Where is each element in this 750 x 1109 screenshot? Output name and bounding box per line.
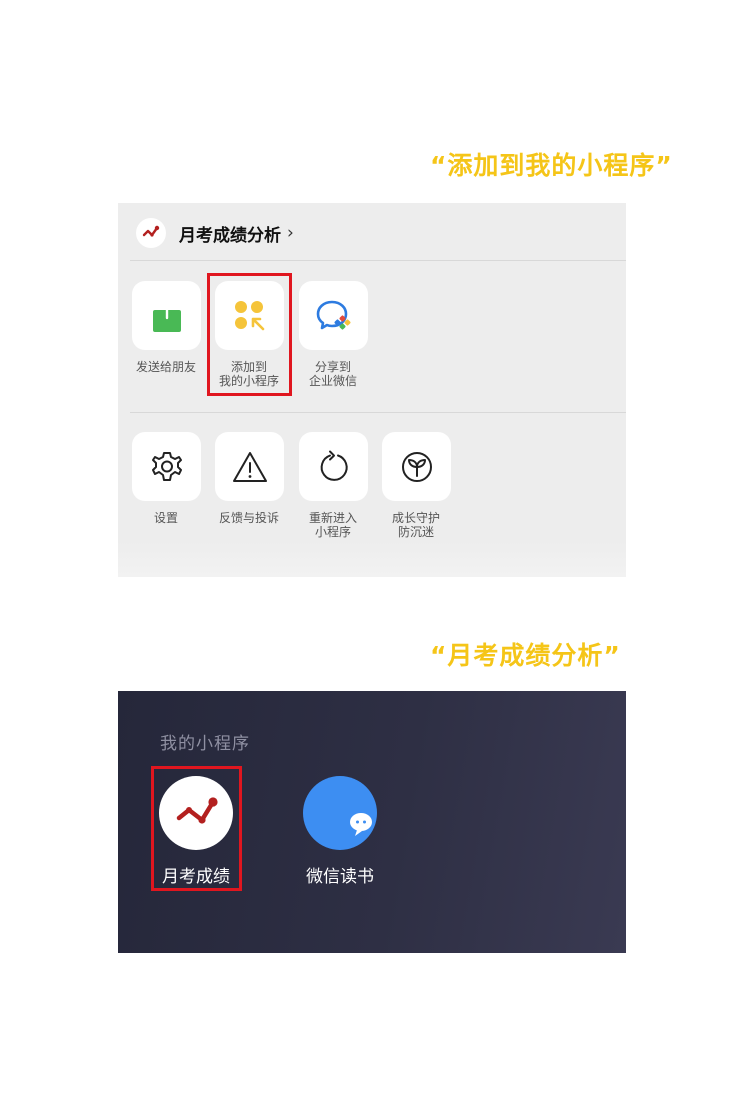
share-upload-icon <box>152 298 181 332</box>
divider <box>130 260 626 261</box>
highlight-box <box>151 766 242 891</box>
wechat-read-app-label: 微信读书 <box>306 867 374 887</box>
label-line: 分享到 <box>314 360 351 374</box>
refresh-icon <box>320 450 348 481</box>
wechat-read-app-button[interactable] <box>303 776 377 850</box>
growth-guard-button[interactable] <box>382 432 451 501</box>
label-line: 防沉迷 <box>397 525 434 539</box>
chevron-right-icon: › <box>287 223 294 243</box>
label-line: 成长守护 <box>391 511 440 525</box>
wechat-read-icon <box>350 813 372 836</box>
trend-line-icon <box>136 218 166 248</box>
app-title: 月考成绩分析 <box>179 225 281 246</box>
my-mini-programs-panel: 我的小程序 月考成绩 微信读书 <box>118 691 626 953</box>
label-line: 企业微信 <box>308 374 357 388</box>
warning-icon <box>232 451 267 482</box>
reenter-mini-program-button[interactable] <box>299 432 368 501</box>
send-to-friend-button[interactable] <box>132 281 201 350</box>
growth-guard-label: 成长守护 防沉迷 <box>366 511 466 539</box>
settings-button[interactable] <box>132 432 201 501</box>
wecom-icon <box>316 300 351 330</box>
caption-add-mini-program: “添加到我的小程序” <box>430 151 673 180</box>
divider <box>130 412 626 413</box>
feedback-button[interactable] <box>215 432 284 501</box>
share-sheet-panel: 月考成绩分析 › 发送给朋友 添加到 我的小程序 分享到 企业微信 设置 反馈与… <box>118 203 626 577</box>
share-to-wecom-button[interactable] <box>299 281 368 350</box>
share-to-wecom-label: 分享到 企业微信 <box>283 360 383 388</box>
highlight-box <box>207 273 292 396</box>
caption-yuekao-app: “月考成绩分析” <box>430 641 621 670</box>
section-heading: 我的小程序 <box>160 734 250 754</box>
sprout-icon <box>401 451 432 482</box>
app-header[interactable]: 月考成绩分析 › <box>136 211 294 255</box>
gear-icon <box>151 451 182 481</box>
